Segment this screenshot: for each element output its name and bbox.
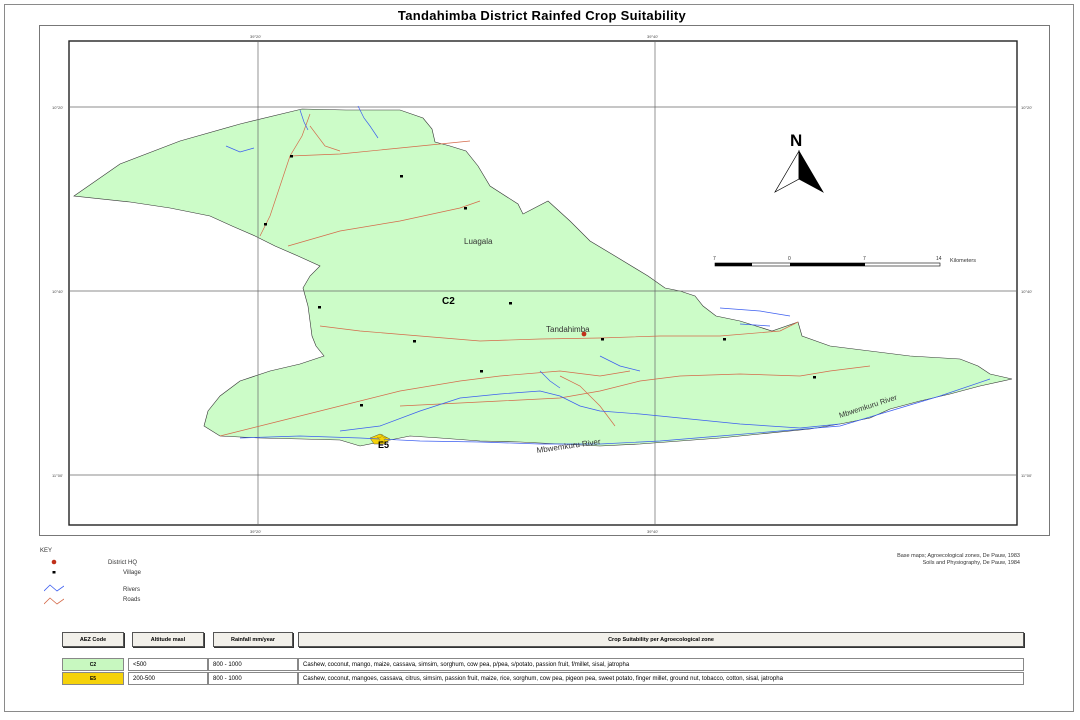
north-arrow-icon: N [774,131,824,193]
key-label-village: Village [123,570,141,576]
grat-right-3: 11°00' [1021,473,1032,478]
scale-tick-0: 7 [713,256,716,262]
aez-table: AEZ Code Altitude masl Rainfall mm/year … [62,632,1024,688]
map-panel: Luagala C2 Tandahimba E5 Mbwemkuru River… [39,25,1050,536]
key-heading: KEY [40,548,53,554]
th-aez-code: AEZ Code [62,632,124,647]
row2-rainfall: 800 - 1000 [208,672,298,685]
village-8 [601,338,604,341]
label-zone-e5: E5 [378,440,389,450]
village-2 [400,175,403,178]
row1-rainfall: 800 - 1000 [208,658,298,671]
map-title: Tandahimba District Rainfed Crop Suitabi… [397,8,687,23]
north-arrow-letter: N [790,131,802,150]
grat-left-2: 10°40' [52,289,63,294]
grat-top-1: 39°20' [250,34,261,39]
village-10 [480,370,483,373]
key-village-icon [52,571,56,574]
key-label-roads: Roads [123,597,141,603]
key-symbols [44,559,64,605]
village-12 [360,404,363,407]
district-polygon-c2 [73,108,1013,447]
scale-tick-2: 7 [863,256,866,262]
village-3 [464,207,467,210]
grat-left-3: 11°00' [52,473,63,478]
grat-bottom-2: 39°40' [647,529,658,534]
th-crop-suitability: Crop Suitability per Agroecological zone [298,632,1024,647]
village-1 [290,155,293,158]
grat-right-1: 10°20' [1021,105,1032,110]
village-5 [318,306,321,309]
key-road-icon [44,597,64,605]
row1-crops: Cashew, coconut, mango, maize, cassava, … [298,658,1024,671]
village-9 [723,338,726,341]
scale-unit: Kilometers [950,258,976,264]
grat-top-2: 39°40' [647,34,658,39]
map-key: KEY District HQ Village Rivers Roads [40,548,240,612]
label-zone-c2: C2 [442,296,455,307]
th-rainfall: Rainfall mm/year [213,632,293,647]
row2-crops: Cashew, coconut, mangoes, cassava, citru… [298,672,1024,685]
label-luagala: Luagala [464,237,493,246]
row1-altitude: <500 [128,658,208,671]
label-tandahimba: Tandahimba [546,325,590,334]
row1-code: C2 [62,658,124,671]
key-label-rivers: Rivers [123,587,141,593]
credit-line-1: Base maps; Agroecological zones, De Pauw… [897,553,1020,559]
th-altitude: Altitude masl [132,632,204,647]
row2-altitude: 200-500 [128,672,208,685]
river-6 [719,307,791,317]
village-7 [413,340,416,343]
key-river-icon [44,584,64,592]
scale-tick-1: 0 [788,256,791,262]
village-4 [264,223,267,226]
grat-right-2: 10°40' [1021,289,1032,294]
map-canvas: Luagala C2 Tandahimba E5 Mbwemkuru River… [52,34,1032,534]
map-credits: Base maps; Agroecological zones, De Pauw… [760,553,1020,567]
key-label-district-hq: District HQ [108,560,137,566]
key-district-hq-icon [51,559,57,565]
grat-left-1: 10°20' [52,105,63,110]
row2-code: E5 [62,672,124,685]
scale-tick-3: 14 [936,256,942,262]
village-6 [509,302,512,305]
scale-bar: 7 0 7 14 Kilometers [713,256,976,267]
grat-bottom-1: 39°20' [250,529,261,534]
village-11 [813,376,816,379]
credit-line-2: Soils and Physiography, De Pauw, 1984 [922,560,1020,566]
